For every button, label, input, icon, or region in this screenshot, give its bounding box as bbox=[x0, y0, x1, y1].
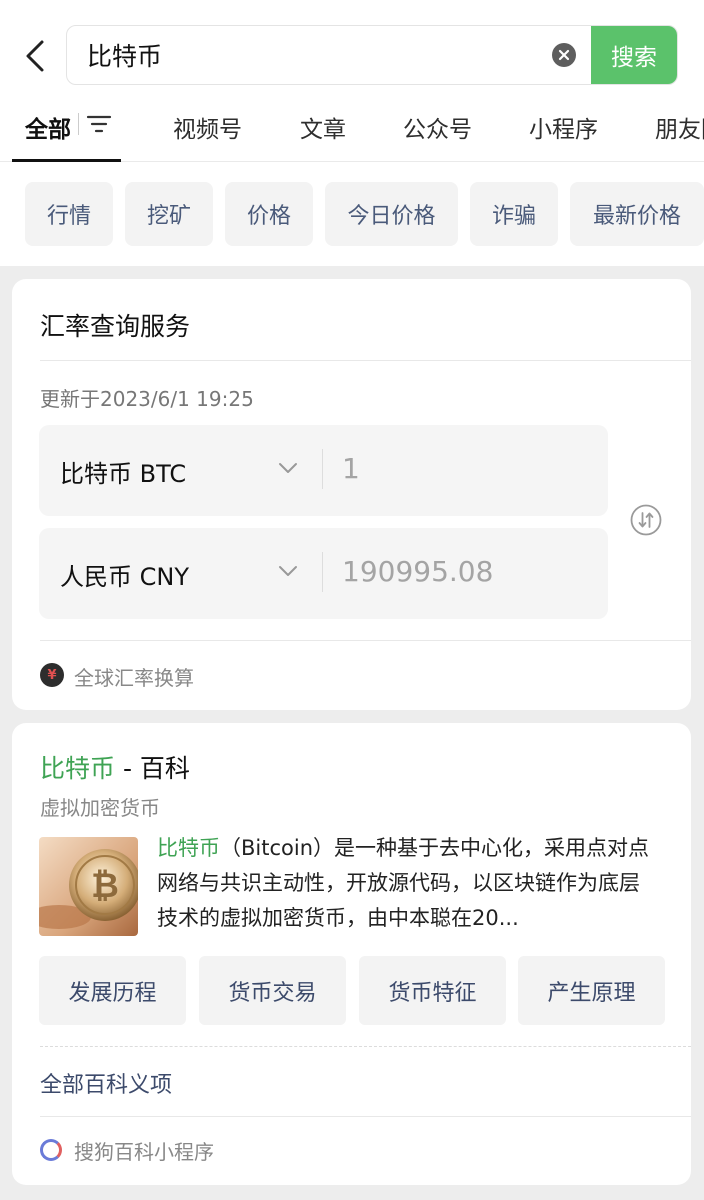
search-input[interactable] bbox=[87, 26, 527, 84]
chip-price[interactable]: 价格 bbox=[225, 182, 313, 246]
chip-scam[interactable]: 诈骗 bbox=[470, 182, 558, 246]
baike-features-button[interactable]: 货币特征 bbox=[359, 956, 506, 1025]
active-tab-indicator bbox=[12, 159, 121, 162]
exchange-logo-icon: ¥ bbox=[40, 663, 64, 687]
baike-desc-text: （Bitcoin）是一种基于去中心化，采用点对点网络与共识主动性，开放源代码，以… bbox=[157, 836, 650, 930]
baike-principle-button[interactable]: 产生原理 bbox=[518, 956, 665, 1025]
baike-title[interactable]: 比特币 - 百科 bbox=[40, 749, 190, 785]
global-exchange-link[interactable]: 全球汇率换算 bbox=[74, 662, 194, 691]
exchange-card-title: 汇率查询服务 bbox=[40, 312, 191, 341]
chevron-down-icon[interactable] bbox=[277, 461, 299, 475]
tab-mini-programs[interactable]: 小程序 bbox=[529, 110, 598, 144]
baike-card: 比特币 - 百科 虚拟加密货币 ₿ 比特币（Bitcoin）是一种基于去中心化，… bbox=[12, 723, 691, 1185]
bitcoin-image[interactable]: ₿ bbox=[39, 837, 138, 936]
tab-channels[interactable]: 视频号 bbox=[173, 110, 242, 144]
all-baike-entries-link[interactable]: 全部百科义项 bbox=[40, 1067, 172, 1099]
field-separator bbox=[322, 449, 323, 489]
chip-market[interactable]: 行情 bbox=[25, 182, 113, 246]
tab-articles[interactable]: 文章 bbox=[300, 110, 346, 144]
chip-today-price[interactable]: 今日价格 bbox=[325, 182, 458, 246]
tab-all[interactable]: 全部 bbox=[25, 110, 71, 144]
clear-search-icon[interactable] bbox=[552, 43, 576, 67]
divider bbox=[40, 640, 691, 641]
back-button[interactable] bbox=[18, 36, 52, 76]
swap-currency-icon[interactable] bbox=[630, 504, 662, 536]
tab-bar: 全部 视频号 文章 公众号 小程序 朋友圈 bbox=[0, 98, 704, 162]
tab-divider bbox=[78, 113, 79, 135]
from-amount-input[interactable]: 1 bbox=[342, 452, 360, 485]
from-currency-select[interactable]: 比特币 BTC bbox=[60, 454, 186, 489]
updated-time: 更新于2023/6/1 19:25 bbox=[40, 387, 254, 411]
search-button[interactable]: 搜索 bbox=[591, 26, 677, 84]
field-separator bbox=[322, 552, 323, 592]
baike-desc-keyword: 比特币 bbox=[157, 836, 220, 860]
to-currency-select[interactable]: 人民币 CNY bbox=[60, 557, 189, 592]
tab-moments[interactable]: 朋友圈 bbox=[655, 110, 704, 144]
filter-icon[interactable] bbox=[86, 112, 112, 136]
baike-title-suffix: - 百科 bbox=[115, 754, 190, 783]
divider bbox=[40, 360, 691, 361]
top-bar: 搜索 全部 视频号 文章 公众号 小程序 朋友圈 行情 挖矿 价格 今日价格 诈… bbox=[0, 0, 704, 266]
baike-title-keyword: 比特币 bbox=[40, 754, 116, 783]
dashed-divider bbox=[40, 1046, 691, 1047]
chip-latest-price[interactable]: 最新价格 bbox=[570, 182, 704, 246]
divider bbox=[40, 1116, 691, 1117]
baike-trading-button[interactable]: 货币交易 bbox=[199, 956, 346, 1025]
next-card-edge bbox=[0, 1191, 704, 1200]
baike-subtitle: 虚拟加密货币 bbox=[40, 796, 160, 820]
tab-official-accounts[interactable]: 公众号 bbox=[403, 110, 472, 144]
to-currency-row: 人民币 CNY 190995.08 bbox=[39, 528, 608, 619]
svg-text:₿: ₿ bbox=[91, 866, 119, 906]
chevron-down-icon[interactable] bbox=[277, 564, 299, 578]
chip-mining[interactable]: 挖矿 bbox=[125, 182, 213, 246]
search-box: 搜索 bbox=[66, 25, 678, 85]
exchange-rate-card: 汇率查询服务 更新于2023/6/1 19:25 比特币 BTC 1 人民币 C… bbox=[12, 279, 691, 710]
to-amount-input[interactable]: 190995.08 bbox=[342, 555, 493, 588]
baike-description[interactable]: 比特币（Bitcoin）是一种基于去中心化，采用点对点网络与共识主动性，开放源代… bbox=[157, 831, 659, 936]
from-currency-row: 比特币 BTC 1 bbox=[39, 425, 608, 516]
sogou-baike-icon bbox=[40, 1139, 62, 1161]
baike-history-button[interactable]: 发展历程 bbox=[39, 956, 186, 1025]
sogou-baike-mini-program-link[interactable]: 搜狗百科小程序 bbox=[74, 1136, 214, 1165]
chevron-left-icon bbox=[26, 40, 44, 72]
